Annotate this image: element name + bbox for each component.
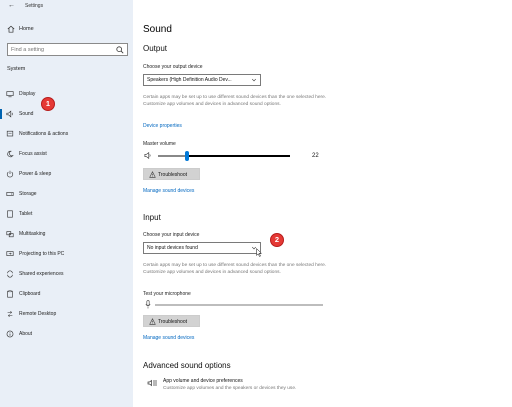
projecting-icon <box>6 251 14 256</box>
sidebar-item-label: Storage <box>19 191 37 197</box>
output-device-label: Choose your output device <box>143 64 203 70</box>
sidebar-item-label: Display <box>19 91 36 97</box>
active-indicator <box>0 109 2 119</box>
input-device-value: No input devices found <box>147 245 198 251</box>
search-box[interactable] <box>7 43 128 56</box>
home-icon <box>7 25 15 33</box>
page-title: Sound <box>143 24 172 35</box>
input-troubleshoot-button[interactable]: Troubleshoot <box>143 315 200 327</box>
test-microphone-label: Test your microphone <box>143 291 191 297</box>
annotation-badge-2: 2 <box>270 233 284 247</box>
clipboard-icon <box>7 290 13 298</box>
advanced-sound-heading: Advanced sound options <box>143 361 231 370</box>
sidebar-item-sound[interactable]: Sound <box>0 107 133 121</box>
sidebar-item-label: Shared experiences <box>19 271 64 277</box>
sidebar-item-power-sleep[interactable]: Power & sleep <box>0 167 133 181</box>
sidebar-item-multitasking[interactable]: Multitasking <box>0 227 133 241</box>
output-heading: Output <box>143 44 168 53</box>
app-volume-preferences-desc: Customize app volumes and the speakers o… <box>163 386 297 391</box>
output-troubleshoot-button[interactable]: Troubleshoot <box>143 168 200 180</box>
device-properties-link[interactable]: Device properties <box>143 123 182 129</box>
input-heading: Input <box>143 213 161 222</box>
master-volume-value: 22 <box>312 153 319 159</box>
troubleshoot-label: Troubleshoot <box>158 319 187 325</box>
sidebar-item-storage[interactable]: Storage <box>0 187 133 201</box>
sidebar-item-label: Remote Desktop <box>19 311 57 317</box>
section-title-system: System <box>7 66 26 72</box>
output-manage-devices-link[interactable]: Manage sound devices <box>143 188 194 194</box>
notification-icon <box>6 130 14 137</box>
moon-icon <box>7 150 14 158</box>
sidebar: ← Settings Home System Display Sound Not… <box>0 0 133 407</box>
microphone-icon <box>145 300 151 309</box>
mouse-cursor-icon <box>256 248 262 257</box>
speaker-icon <box>6 110 13 118</box>
sidebar-item-label: Multitasking <box>19 231 46 237</box>
master-volume-slider[interactable] <box>158 151 290 161</box>
sidebar-item-label: Tablet <box>19 211 33 217</box>
sidebar-item-focus-assist[interactable]: Focus assist <box>0 147 133 161</box>
input-manage-devices-link[interactable]: Manage sound devices <box>143 335 194 341</box>
window-title: Settings <box>25 3 44 9</box>
volume-slider-thumb[interactable] <box>185 151 189 161</box>
volume-fill <box>187 155 290 157</box>
sidebar-item-label: Notifications & actions <box>19 131 69 137</box>
tablet-icon <box>7 210 13 218</box>
sidebar-item-label: Power & sleep <box>19 171 52 177</box>
input-device-dropdown[interactable]: No input devices found <box>143 242 261 254</box>
home-nav-item[interactable]: Home <box>0 24 133 36</box>
search-icon[interactable] <box>116 46 124 54</box>
remote-desktop-icon <box>7 311 13 317</box>
home-label: Home <box>19 26 34 32</box>
sidebar-item-shared-experiences[interactable]: Shared experiences <box>0 267 133 281</box>
sidebar-item-clipboard[interactable]: Clipboard <box>0 287 133 301</box>
shared-icon <box>7 270 13 278</box>
sidebar-item-label: Sound <box>19 111 34 117</box>
input-device-label: Choose your input device <box>143 232 200 238</box>
sidebar-item-projecting[interactable]: Projecting to this PC <box>0 247 133 261</box>
title-bar: ← Settings <box>0 0 133 14</box>
output-device-dropdown[interactable]: Speakers (High Definition Audio Dev... <box>143 74 261 86</box>
warning-icon <box>149 171 156 178</box>
output-device-value: Speakers (High Definition Audio Dev... <box>147 77 232 83</box>
microphone-level-meter <box>155 304 323 306</box>
sidebar-item-label: About <box>19 331 33 337</box>
search-input[interactable] <box>11 45 111 54</box>
info-icon <box>6 330 14 338</box>
back-arrow-icon[interactable]: ← <box>8 2 15 9</box>
input-description: Certain apps may be set up to use differ… <box>143 263 327 275</box>
storage-icon <box>6 192 14 196</box>
warning-icon <box>149 318 156 325</box>
sidebar-item-display[interactable]: Display <box>0 87 133 101</box>
power-icon <box>6 170 14 178</box>
multitasking-icon <box>6 231 14 238</box>
sidebar-item-notifications[interactable]: Notifications & actions <box>0 127 133 141</box>
chevron-down-icon <box>251 78 257 82</box>
sidebar-item-label: Focus assist <box>19 151 47 157</box>
app-volume-icon[interactable] <box>147 378 158 388</box>
sidebar-item-about[interactable]: About <box>0 327 133 341</box>
troubleshoot-label: Troubleshoot <box>158 172 187 178</box>
master-volume-label: Master volume <box>143 141 176 147</box>
main-content: Sound Output Choose your output device S… <box>133 0 512 407</box>
sidebar-item-label: Projecting to this PC <box>19 251 65 257</box>
speaker-icon <box>144 152 151 159</box>
sidebar-item-tablet[interactable]: Tablet <box>0 207 133 221</box>
display-icon <box>6 91 14 98</box>
output-description: Certain apps may be set up to use differ… <box>143 95 327 107</box>
sidebar-item-remote-desktop[interactable]: Remote Desktop <box>0 307 133 321</box>
sidebar-item-label: Clipboard <box>19 291 41 297</box>
app-volume-preferences-title[interactable]: App volume and device preferences <box>163 378 243 384</box>
annotation-badge-1: 1 <box>41 97 55 111</box>
